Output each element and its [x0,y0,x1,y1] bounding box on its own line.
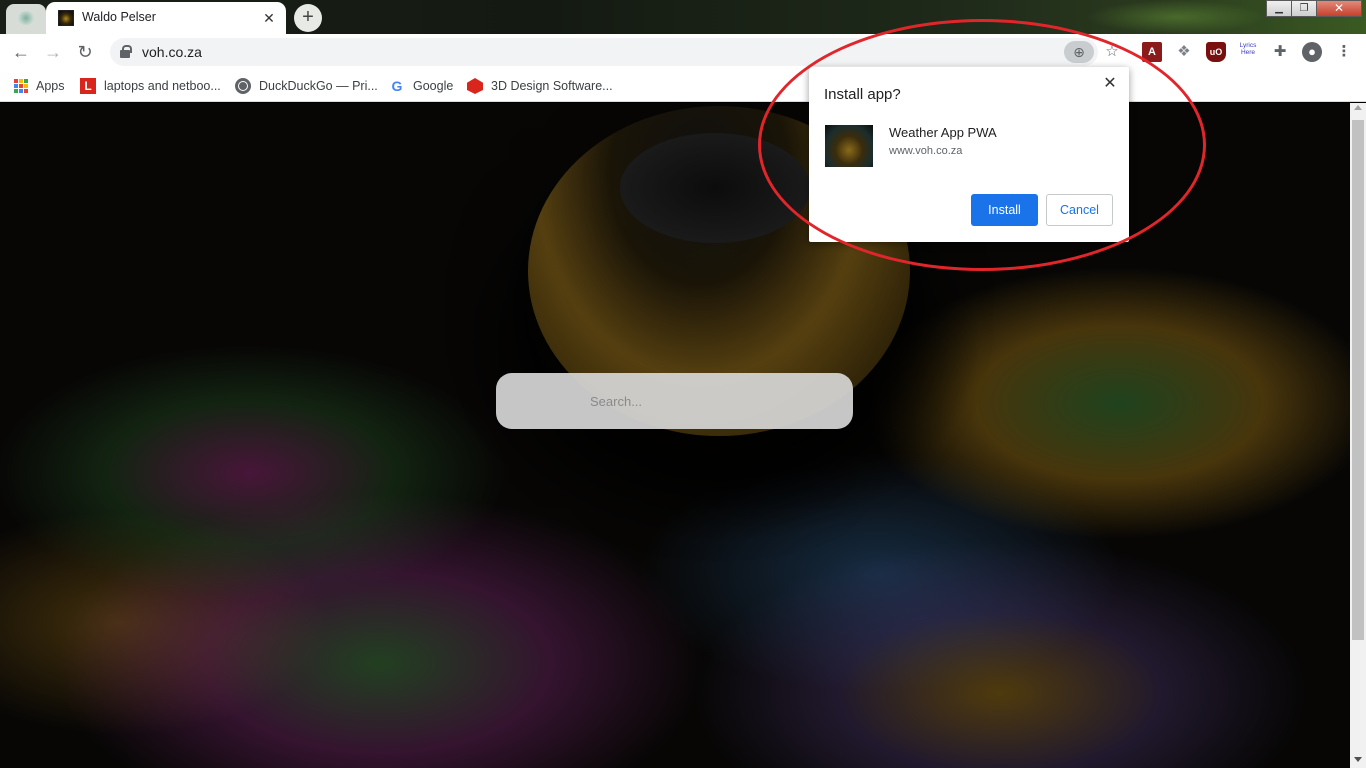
minimize-button[interactable]: ▁ [1266,0,1292,17]
bookmarks-bar: Apps L laptops and netboo... DuckDuckGo … [0,70,1366,102]
acrobat-extension-icon[interactable]: A [1142,42,1162,62]
install-app-icon[interactable]: ⊕ [1064,41,1094,63]
install-button[interactable]: Install [971,194,1038,226]
apps-grid-dot [24,84,28,88]
apps-grid-icon [14,79,28,93]
back-button[interactable]: ← [8,39,34,65]
apps-grid-dot [14,79,18,83]
bookmark-label: Google [413,79,454,93]
tab-title: Waldo Pelser [82,10,156,24]
bookmark-3d-design[interactable]: 3D Design Software... [467,76,613,96]
dialog-close-icon[interactable]: ✕ [1099,73,1121,95]
scroll-down-arrow-icon[interactable] [1354,757,1362,762]
bookmark-apps[interactable]: Apps [14,76,65,96]
menu-kebab-icon[interactable]: ⋮ [1334,42,1354,62]
bookmark-google[interactable]: G Google [389,76,454,96]
ublock-extension-icon[interactable]: uO [1206,42,1226,62]
apps-grid-dot [19,79,23,83]
bookmark-label: Apps [36,79,65,93]
tabstrip-wallpaper-glow [1086,0,1266,34]
site-favicon-icon [58,10,74,26]
app-url: www.voh.co.za [889,145,963,157]
bookmark-laptops[interactable]: L laptops and netboo... [80,76,221,96]
extensions-puzzle-icon[interactable]: ✚ [1270,42,1290,62]
app-name: Weather App PWA [889,125,997,140]
bookmark-label: 3D Design Software... [491,79,613,93]
pinned-tab-favicon-icon [17,11,35,25]
apps-grid-dot [24,79,28,83]
cancel-button[interactable]: Cancel [1046,194,1113,226]
bookmark-duckduckgo[interactable]: DuckDuckGo — Pri... [235,76,378,96]
bookmark-label: laptops and netboo... [104,79,221,93]
bookmark-label: DuckDuckGo — Pri... [259,79,378,93]
new-tab-button[interactable]: + [294,4,322,32]
dialog-title: Install app? [824,86,901,103]
window-controls: ▁ ❐ ✕ [1266,0,1362,18]
scroll-up-arrow-icon[interactable] [1354,105,1362,110]
tab-active[interactable]: Waldo Pelser ✕ [46,2,286,34]
address-bar[interactable]: voh.co.za ⊕ [110,38,1098,66]
install-app-dialog: Install app? ✕ Weather App PWA www.voh.c… [809,67,1129,242]
apps-grid-dot [14,84,18,88]
window-close-button[interactable]: ✕ [1316,0,1362,17]
sketchup-icon [467,78,483,94]
apps-grid-dot [14,89,18,93]
url-text[interactable]: voh.co.za [142,44,202,60]
laptop-store-icon: L [80,78,96,94]
apps-grid-dot [24,89,28,93]
page-content [0,103,1350,768]
tab-pinned[interactable] [6,4,46,34]
apps-grid-dot [19,84,23,88]
tab-close-icon[interactable]: ✕ [260,9,278,27]
profile-avatar-icon[interactable]: ● [1302,42,1322,62]
globe-icon [235,78,251,94]
reload-button[interactable]: ↻ [72,39,98,65]
browser-toolbar: ← → ↻ voh.co.za ⊕ ☆ A ❖ uO Lyrics Here ✚… [0,34,1366,70]
forward-button[interactable]: → [40,39,66,65]
dropbox-extension-icon[interactable]: ❖ [1174,42,1194,62]
bookmark-star-icon[interactable]: ☆ [1102,42,1122,62]
search-box[interactable] [496,373,853,429]
scroll-thumb[interactable] [1352,120,1364,640]
page-scrollbar[interactable] [1350,103,1366,768]
restore-button[interactable]: ❐ [1291,0,1317,17]
google-icon: G [391,78,403,94]
lyrics-extension-icon[interactable]: Lyrics Here [1238,42,1258,62]
background-sphere-shadow [620,133,810,243]
search-input[interactable] [496,373,853,429]
apps-grid-dot [19,89,23,93]
lock-icon[interactable] [120,45,132,59]
app-thumbnail-icon [825,125,873,167]
tab-strip: Waldo Pelser ✕ + ▁ ❐ ✕ [0,0,1366,34]
